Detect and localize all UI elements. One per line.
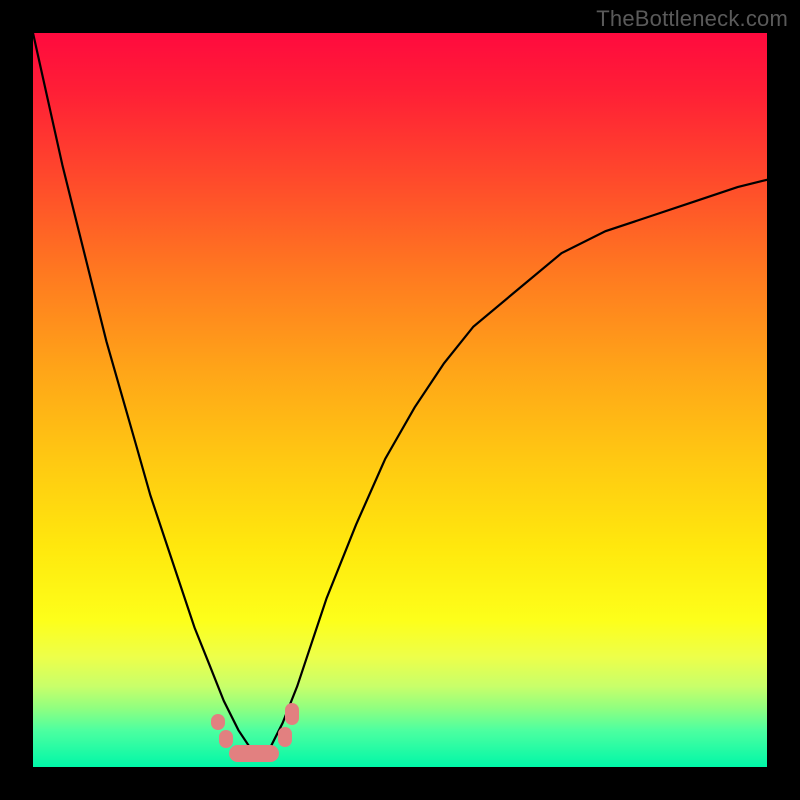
watermark-text: TheBottleneck.com — [596, 6, 788, 32]
marker-right-upper — [285, 703, 299, 725]
marker-right-lower — [278, 727, 292, 747]
chart-area — [33, 33, 767, 767]
marker-left-upper — [211, 714, 225, 730]
marker-left-lower — [219, 730, 233, 748]
bottleneck-curve — [33, 33, 767, 767]
marker-bottom-bar — [229, 745, 279, 762]
